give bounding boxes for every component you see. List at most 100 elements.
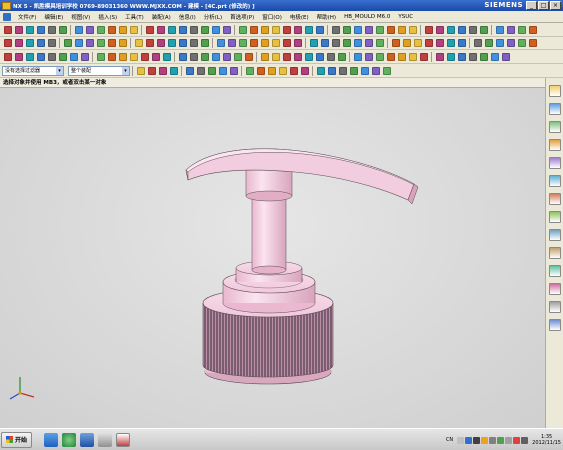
resource-tab-icon[interactable] (548, 139, 561, 151)
toolbar-tool-icon[interactable] (200, 25, 209, 34)
toolbar-tool-icon[interactable] (129, 25, 138, 34)
toolbar-tool-icon[interactable] (446, 25, 455, 34)
system-clock[interactable]: 1:35 2012/11/15 (532, 434, 561, 446)
toolbar-tool-icon[interactable] (468, 52, 477, 61)
toolbar-tool-icon[interactable] (260, 52, 269, 61)
resource-tab-icon[interactable] (548, 121, 561, 133)
toolbar-tool-icon[interactable] (446, 52, 455, 61)
toolbar-tool-icon[interactable] (14, 25, 23, 34)
toolbar-tool-icon[interactable] (293, 39, 302, 47)
close-button[interactable]: × (550, 1, 561, 10)
toolbar-tool-icon[interactable] (158, 66, 167, 75)
resource-tab-icon[interactable] (548, 175, 561, 187)
toolbar-tool-icon[interactable] (107, 25, 116, 34)
toolbar-tool-icon[interactable] (96, 25, 105, 34)
toolbar-tool-icon[interactable] (80, 52, 89, 61)
toolbar-tool-icon[interactable] (293, 25, 302, 34)
toolbar-tool-icon[interactable] (278, 66, 287, 75)
toolbar-tool-icon[interactable] (331, 25, 340, 34)
toolbar-tool-icon[interactable] (315, 25, 324, 34)
toolbar-tool-icon[interactable] (145, 25, 154, 34)
selection-filter-dropdown[interactable]: 没有选择过滤器 ▾ (2, 65, 64, 76)
toolbar-tool-icon[interactable] (196, 66, 205, 75)
toolbar-tool-icon[interactable] (293, 52, 302, 61)
toolbar-tool-icon[interactable] (47, 39, 56, 47)
menu-information[interactable]: 信息(I) (175, 13, 200, 21)
toolbar-tool-icon[interactable] (342, 39, 351, 47)
toolbar-tool-icon[interactable] (517, 25, 526, 34)
toolbar-tool-icon[interactable] (189, 52, 198, 61)
toolbar-tool-icon[interactable] (402, 39, 411, 47)
toolbar-tool-icon[interactable] (446, 39, 455, 47)
toolbar-tool-icon[interactable] (211, 25, 220, 34)
graphics-window[interactable] (0, 88, 545, 428)
toolbar-tool-icon[interactable] (36, 25, 45, 34)
toolbar-tool-icon[interactable] (151, 52, 160, 61)
toolbar-tool-icon[interactable] (189, 25, 198, 34)
toolbar-tool-icon[interactable] (74, 25, 83, 34)
toolbar-tool-icon[interactable] (364, 25, 373, 34)
toolbar-tool-icon[interactable] (260, 39, 269, 47)
assembly-scope-dropdown[interactable]: 整个装配 ▾ (68, 65, 130, 76)
toolbar-tool-icon[interactable] (353, 25, 362, 34)
toolbar-tool-icon[interactable] (145, 39, 154, 47)
toolbar-tool-icon[interactable] (207, 66, 216, 75)
toolbar-tool-icon[interactable] (227, 39, 236, 47)
keyboard-icon[interactable] (457, 436, 465, 444)
toolbar-tool-icon[interactable] (47, 25, 56, 34)
toolbar-tool-icon[interactable] (479, 25, 488, 34)
toolbar-tool-icon[interactable] (162, 52, 171, 61)
toolbar-tool-icon[interactable] (238, 39, 247, 47)
toolbar-tool-icon[interactable] (375, 25, 384, 34)
toolbar-tool-icon[interactable] (107, 52, 116, 61)
toolbar-tool-icon[interactable] (353, 52, 362, 61)
toolbar-tool-icon[interactable] (36, 52, 45, 61)
resource-tab-icon[interactable] (548, 283, 561, 295)
resource-tab-icon[interactable] (548, 319, 561, 331)
toolbar-tool-icon[interactable] (282, 52, 291, 61)
menu-tools[interactable]: 工具(T) (121, 13, 148, 21)
toolbar-tool-icon[interactable] (260, 25, 269, 34)
toolbar-tool-icon[interactable] (3, 25, 12, 34)
toolbar-tool-icon[interactable] (327, 66, 336, 75)
swirl-app-icon[interactable] (80, 432, 95, 447)
toolbar-tool-icon[interactable] (69, 52, 78, 61)
volume-icon[interactable] (521, 436, 529, 444)
toolbar-tool-icon[interactable] (216, 39, 225, 47)
toolbar-tool-icon[interactable] (47, 52, 56, 61)
toolbar-tool-icon[interactable] (25, 39, 34, 47)
resource-tab-icon[interactable] (548, 229, 561, 241)
toolbar-tool-icon[interactable] (435, 25, 444, 34)
toolbar-tool-icon[interactable] (189, 39, 198, 47)
toolbar-tool-icon[interactable] (424, 39, 433, 47)
resource-tab-icon[interactable] (548, 265, 561, 277)
bird-app-icon[interactable] (44, 432, 59, 447)
toolbar-tool-icon[interactable] (245, 66, 254, 75)
toolbar-tool-icon[interactable] (495, 39, 504, 47)
toolbar-tool-icon[interactable] (371, 66, 380, 75)
toolbar-tool-icon[interactable] (315, 52, 324, 61)
toolbar-tool-icon[interactable] (408, 52, 417, 61)
toolbar-tool-icon[interactable] (200, 52, 209, 61)
toolbar-tool-icon[interactable] (528, 39, 537, 47)
toolbar-tool-icon[interactable] (58, 25, 67, 34)
menu-help[interactable]: 帮助(H) (313, 13, 340, 21)
toolbar-tool-icon[interactable] (331, 39, 340, 47)
toolbar-tool-icon[interactable] (375, 52, 384, 61)
toolbar-tool-icon[interactable] (289, 66, 298, 75)
toolbar-tool-icon[interactable] (382, 66, 391, 75)
toolbar-tool-icon[interactable] (96, 39, 105, 47)
toolbar-tool-icon[interactable] (3, 52, 12, 61)
input-language[interactable]: CN (446, 437, 453, 443)
resource-tab-icon[interactable] (548, 103, 561, 115)
toolbar-tool-icon[interactable] (147, 66, 156, 75)
toolbar-tool-icon[interactable] (200, 39, 209, 47)
toolbar-tool-icon[interactable] (528, 25, 537, 34)
toolbar-tool-icon[interactable] (36, 39, 45, 47)
toolbar-tool-icon[interactable] (495, 25, 504, 34)
toolbar-tool-icon[interactable] (304, 25, 313, 34)
toolbar-tool-icon[interactable] (320, 39, 329, 47)
toolbar-tool-icon[interactable] (218, 66, 227, 75)
menu-preferences[interactable]: 首选项(P) (226, 13, 258, 21)
resource-tab-icon[interactable] (548, 193, 561, 205)
